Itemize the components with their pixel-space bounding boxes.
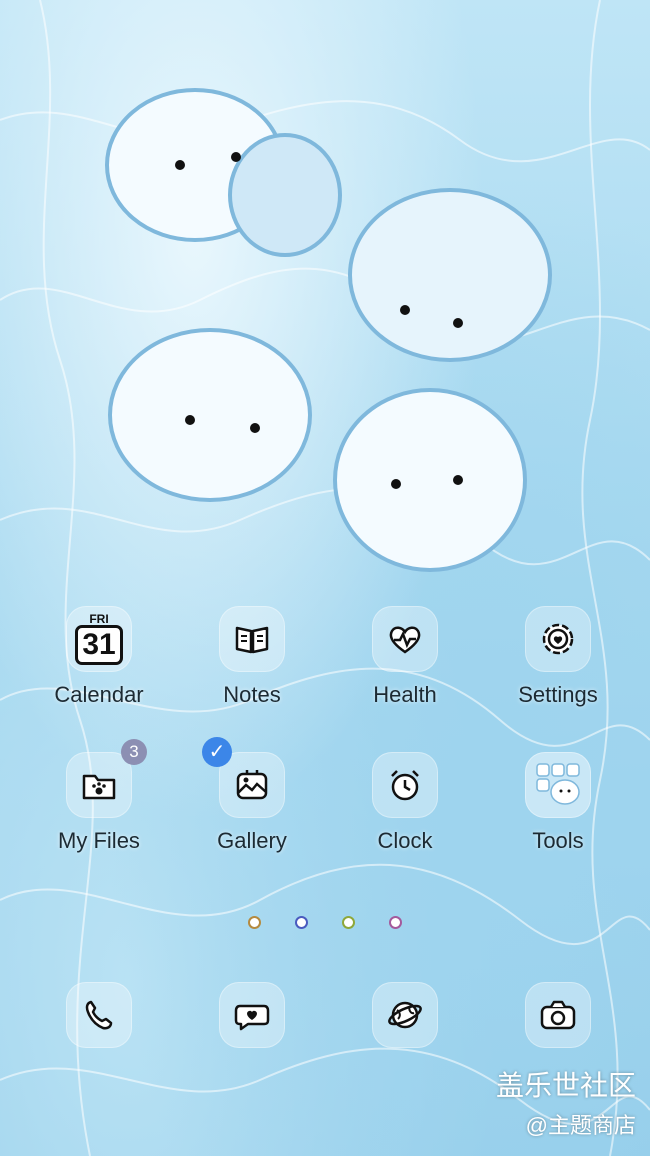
calendar-day: 31	[75, 625, 123, 665]
camera-app[interactable]	[493, 982, 623, 1048]
sad-cat-illustration	[108, 328, 312, 502]
phone-icon	[66, 982, 132, 1048]
page-dot-1[interactable]	[248, 916, 261, 929]
gallery-label: Gallery	[217, 828, 287, 853]
page-dot-3[interactable]	[342, 916, 355, 929]
notes-label: Notes	[223, 682, 281, 707]
notification-badge: 3	[121, 739, 147, 765]
settings-app[interactable]: Settings	[493, 606, 623, 708]
cat-in-shark-costume-illustration	[348, 188, 552, 362]
clock-app[interactable]: Clock	[340, 752, 470, 854]
calendar-app[interactable]: FRI 31 Calendar	[34, 606, 164, 708]
page-dot-4[interactable]	[389, 916, 402, 929]
camera-icon	[525, 982, 591, 1048]
tools-folder[interactable]: Tools	[493, 752, 623, 854]
phone-app[interactable]	[34, 982, 164, 1048]
gallery-icon: ✓	[202, 737, 285, 818]
watermark-community: 盖乐世社区	[495, 1070, 636, 1101]
health-icon	[372, 606, 438, 672]
notes-app[interactable]: Notes	[187, 606, 317, 708]
gear-icon	[525, 606, 591, 672]
calendar-label: Calendar	[54, 682, 144, 707]
health-label: Health	[373, 682, 437, 707]
globe-planet-icon	[372, 982, 438, 1048]
page-indicator[interactable]	[0, 916, 650, 929]
alarm-clock-icon	[372, 752, 438, 818]
calendar-icon: FRI 31	[66, 606, 132, 672]
messages-app[interactable]	[187, 982, 317, 1048]
health-app[interactable]: Health	[340, 606, 470, 708]
watermark-theme-store: @主题商店	[525, 1113, 636, 1138]
notes-icon	[219, 606, 285, 672]
cat-with-fishbone-illustration	[333, 388, 527, 572]
settings-label: Settings	[518, 682, 598, 707]
folder-preview-icon	[525, 752, 591, 818]
folder-icon: 3	[66, 739, 147, 818]
chat-bubble-icon	[219, 982, 285, 1048]
browser-app[interactable]	[340, 982, 470, 1048]
tools-label: Tools	[532, 828, 584, 853]
gallery-app[interactable]: ✓ Gallery	[187, 737, 317, 854]
my-files-label: My Files	[58, 828, 140, 853]
calendar-weekday: FRI	[89, 612, 109, 626]
page-dot-2[interactable]	[295, 916, 308, 929]
my-files-app[interactable]: 3 My Files	[34, 739, 164, 854]
checkmark-icon: ✓	[202, 737, 232, 767]
clock-label: Clock	[377, 828, 433, 853]
cat-with-fish-illustration	[105, 88, 342, 257]
